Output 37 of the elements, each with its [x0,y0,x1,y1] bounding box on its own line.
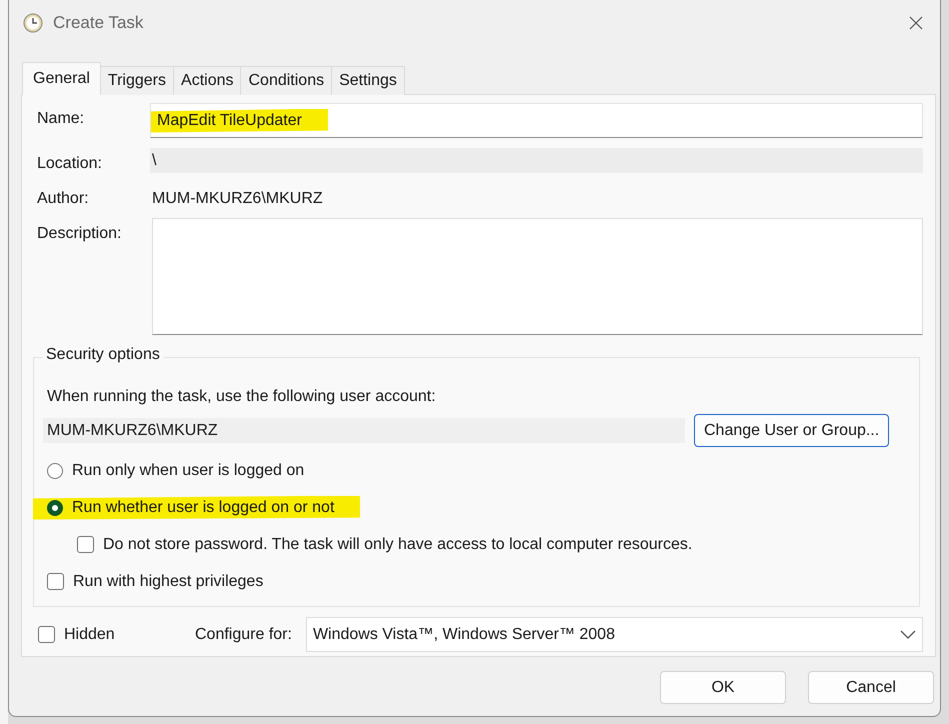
location-field: \ [150,148,923,173]
option-label: Do not store password. The task will only have access to local computer resources. [103,536,692,554]
option-label: Hidden [64,626,116,644]
change-user-button[interactable]: Change User or Group... [694,414,890,447]
field-label: Description: [37,224,122,243]
option-label: Run whether user is logged on or not [72,498,334,516]
ok-button[interactable]: OK [660,671,786,704]
field-label: Configure for: [195,626,292,644]
name-field[interactable]: MapEdit TileUpdater [150,103,923,138]
tab[interactable]: Settings [331,66,405,95]
clock-icon [23,12,43,32]
window-title: Create Task [53,12,144,32]
field-label: Location: [37,154,103,173]
checkbox[interactable] [47,573,64,590]
name-value: MapEdit TileUpdater [157,112,302,130]
group-title: Security options [42,346,164,364]
tab[interactable]: Actions [173,66,242,95]
author-value: MUM-MKURZ6\MKURZ [151,189,323,208]
account-prompt: When running the task, use the following user account: [47,388,437,406]
chevron-down-icon [900,630,916,639]
option-label: Run only when user is logged on [72,462,304,480]
field-label: Author: [37,189,90,208]
dropdown-value: Windows Vista™, Windows Server™ 2008 [312,626,615,644]
option-label: Run with highest privileges [73,572,264,590]
cancel-button[interactable]: Cancel [808,671,934,704]
close-icon [909,16,923,30]
checkbox[interactable] [77,536,94,553]
description-field[interactable] [152,218,923,335]
radio-button[interactable] [47,500,63,516]
configure-dropdown[interactable]: Windows Vista™, Windows Server™ 2008 [306,617,923,652]
tab[interactable]: Triggers [100,66,174,95]
checkbox[interactable] [38,626,55,643]
tab[interactable]: Conditions [240,66,332,95]
account-field: MUM-MKURZ6\MKURZ [43,418,685,443]
field-label: Name: [37,109,86,128]
radio-button[interactable] [47,462,63,478]
tab[interactable]: General [22,62,101,95]
